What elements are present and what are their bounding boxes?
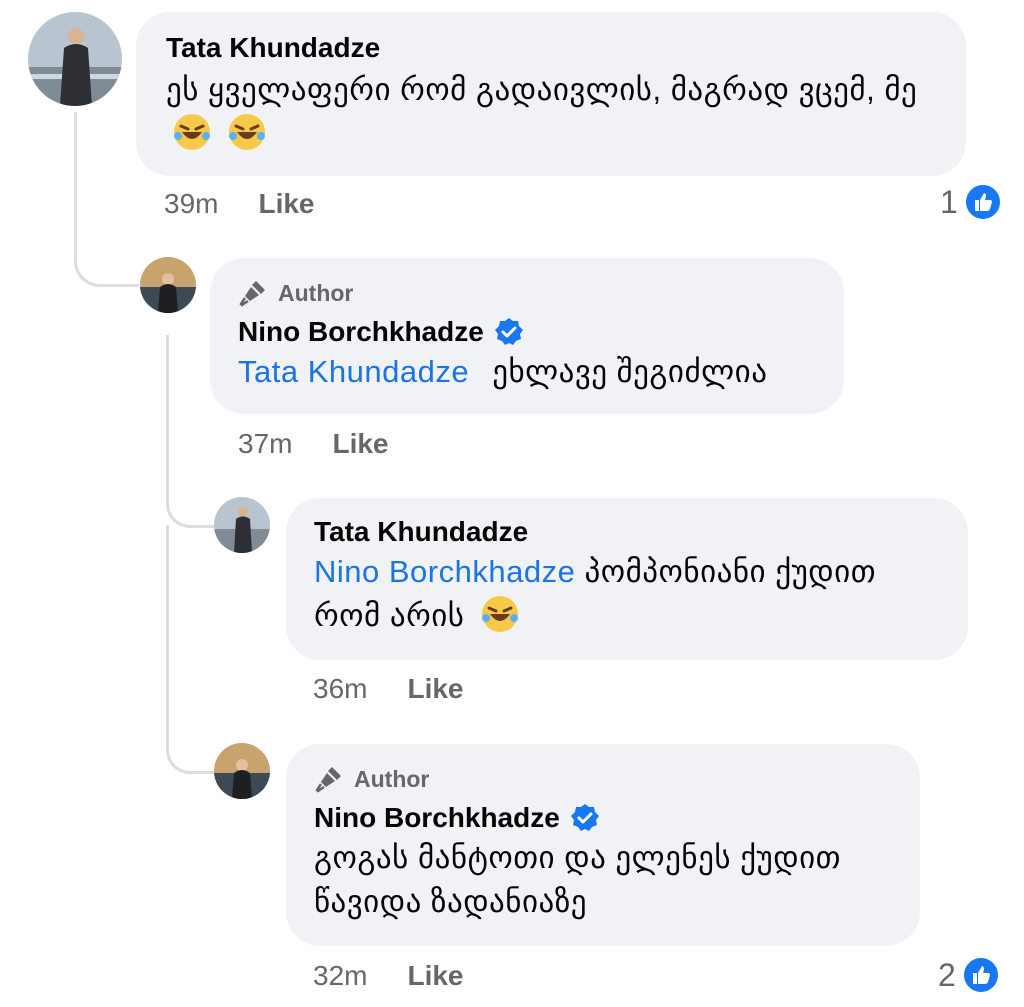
comment-meta: 39m Like (164, 188, 315, 220)
thread-line-reply-2 (166, 525, 215, 774)
reaction-count[interactable]: 2 (938, 956, 1000, 994)
author-badge: Author (314, 764, 892, 794)
laughing-emoji-icon (229, 114, 266, 150)
thread-line-main (74, 112, 139, 287)
comment-text-line-1: პომპონიანი ქუდით (584, 554, 877, 589)
author-badge-label: Author (278, 279, 354, 306)
comment-author[interactable]: Tata Khundadze (314, 516, 940, 548)
comment-meta: 36m Like (313, 673, 464, 705)
comment-text-line-1: გოგას მანტოთი და ელენეს ქუდით (314, 840, 841, 875)
comment-timestamp[interactable]: 36m (313, 673, 367, 705)
comment-author[interactable]: Nino Borchkhadze (314, 802, 560, 834)
mention-link[interactable]: Nino Borchkhadze (314, 554, 575, 589)
comment-text-line-2: რომ არის (314, 598, 465, 633)
verified-badge-icon (570, 804, 599, 831)
comment-author[interactable]: Nino Borchkhadze (238, 316, 484, 348)
comment-bubble: Author Nino Borchkhadze გოგას მანტოთი და… (286, 744, 920, 946)
like-button[interactable]: Like (332, 428, 388, 460)
laughing-emoji-icon (174, 114, 210, 150)
comment-text-line-2: წავიდა ზადანიაზე (314, 884, 588, 919)
verified-badge-icon (494, 318, 523, 345)
avatar[interactable] (140, 257, 196, 313)
mention-link[interactable]: Tata Khundadze (238, 354, 469, 389)
author-badge: Author (238, 278, 816, 308)
comment-timestamp[interactable]: 39m (164, 188, 218, 220)
comment-bubble: Tata Khundadze Nino Borchkhadze პომპონია… (286, 498, 968, 660)
like-reaction-icon (961, 956, 1000, 994)
avatar[interactable] (214, 743, 270, 799)
author-badge-label: Author (354, 765, 430, 792)
like-button[interactable]: Like (258, 188, 314, 220)
like-button[interactable]: Like (407, 673, 463, 705)
comment-bubble: Tata Khundadze ეს ყველაფერი რომ გადაივლი… (136, 12, 966, 176)
laughing-emoji-icon (481, 596, 518, 632)
reaction-count[interactable]: 1 (940, 183, 1002, 221)
like-reaction-icon (963, 183, 1002, 221)
avatar[interactable] (28, 12, 122, 106)
reaction-count-number: 2 (938, 956, 956, 993)
comment-timestamp[interactable]: 37m (238, 428, 292, 460)
thread-line-reply-1 (166, 335, 215, 528)
comment-meta: 37m Like (238, 428, 389, 460)
comment-text: ეხლავე შეგიძლია (492, 354, 768, 389)
comment-text: ეს ყველაფერი რომ გადაივლის, მაგრად ვცემ,… (166, 72, 918, 107)
reaction-count-number: 1 (940, 183, 958, 220)
comment-meta: 32m Like (313, 960, 464, 992)
microphone-icon (239, 281, 265, 307)
microphone-icon (315, 767, 341, 793)
comment-author[interactable]: Tata Khundadze (166, 32, 936, 64)
comment-bubble: Author Nino Borchkhadze Tata Khundadze ე… (210, 258, 844, 414)
comment-timestamp[interactable]: 32m (313, 960, 367, 992)
avatar[interactable] (214, 497, 270, 553)
like-button[interactable]: Like (407, 960, 463, 992)
